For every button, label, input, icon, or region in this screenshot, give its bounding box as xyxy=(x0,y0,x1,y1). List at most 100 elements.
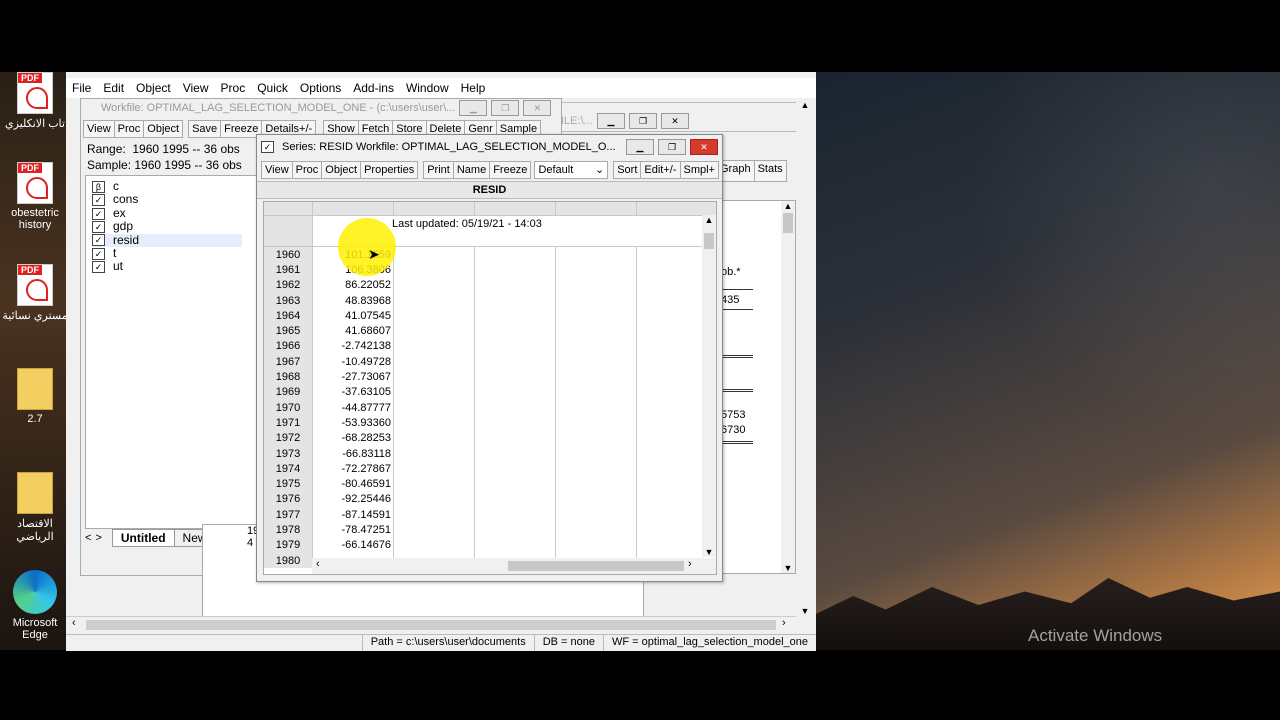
menu-add-ins[interactable]: Add-ins xyxy=(347,78,400,98)
empty-cell[interactable] xyxy=(474,338,556,355)
vertical-scrollbar[interactable]: ▲ ▼ xyxy=(702,215,716,557)
table-row[interactable]: 1973 -66.83118 xyxy=(264,445,637,462)
empty-cell[interactable] xyxy=(474,537,556,553)
desktop-icon-math-economics[interactable]: الاقتصاد الرياضي xyxy=(0,472,70,543)
view-button[interactable]: View xyxy=(83,120,115,138)
resid-value-cell[interactable]: -80.46591 xyxy=(312,476,394,492)
table-row[interactable]: 1969 -37.63105 xyxy=(264,384,637,400)
scroll-up-icon[interactable]: ▲ xyxy=(796,100,814,110)
table-row[interactable]: 1972 -68.28253 xyxy=(264,430,637,446)
empty-cell[interactable] xyxy=(474,507,556,523)
empty-cell[interactable] xyxy=(393,262,475,278)
resid-value-cell[interactable]: -66.14676 xyxy=(312,537,394,553)
table-row[interactable]: 1978 -78.47251 xyxy=(264,522,637,538)
resid-value-cell[interactable]: -87.14591 xyxy=(312,507,394,523)
table-row[interactable]: 1966 -2.742138 xyxy=(264,338,637,355)
empty-cell[interactable] xyxy=(393,522,475,538)
minimize-button[interactable]: ▁ xyxy=(459,100,488,116)
empty-cell[interactable] xyxy=(393,445,475,462)
stats-button[interactable]: Stats xyxy=(753,160,787,182)
empty-cell[interactable] xyxy=(555,384,637,400)
scrollbar-thumb[interactable] xyxy=(783,213,793,233)
empty-cell[interactable] xyxy=(555,262,637,278)
desktop-icon-edge[interactable]: Microsoft Edge xyxy=(0,570,70,641)
empty-cell[interactable] xyxy=(555,491,637,508)
resid-value-cell[interactable]: -27.73067 xyxy=(312,369,394,385)
smpl-toggle-button[interactable]: Smpl+ xyxy=(679,161,719,179)
resid-value-cell[interactable]: -68.28253 xyxy=(312,430,394,446)
close-button[interactable]: ✕ xyxy=(690,139,718,155)
object-item-resid[interactable]: ✓ resid xyxy=(92,233,242,248)
empty-cell[interactable] xyxy=(393,323,475,339)
table-row[interactable]: 1970 -44.87777 xyxy=(264,399,637,416)
table-row[interactable]: 1967 -10.49728 xyxy=(264,354,637,370)
empty-cell[interactable] xyxy=(393,369,475,385)
empty-cell[interactable] xyxy=(555,461,637,477)
resid-value-cell[interactable]: -53.93360 xyxy=(312,415,394,431)
empty-cell[interactable] xyxy=(393,354,475,370)
scroll-left-icon[interactable]: ‹ xyxy=(316,558,320,570)
scrollbar-thumb[interactable] xyxy=(704,233,714,249)
empty-cell[interactable] xyxy=(555,247,637,263)
empty-cell[interactable] xyxy=(555,277,637,293)
menu-edit[interactable]: Edit xyxy=(97,78,130,98)
empty-cell[interactable] xyxy=(474,415,556,431)
empty-cell[interactable] xyxy=(474,430,556,446)
maximize-button[interactable]: ❐ xyxy=(658,139,686,155)
proc-button[interactable]: Proc xyxy=(291,161,323,179)
resid-value-cell[interactable]: 48.83968 xyxy=(312,292,394,309)
minimize-button[interactable]: ▁ xyxy=(626,139,654,155)
empty-cell[interactable] xyxy=(393,277,475,293)
tab-next-icon[interactable]: > xyxy=(95,532,101,544)
empty-cell[interactable] xyxy=(555,537,637,553)
resid-value-cell[interactable]: -66.83118 xyxy=(312,445,394,462)
display-type-select[interactable]: Default ⌄ xyxy=(534,161,609,179)
empty-cell[interactable] xyxy=(474,369,556,385)
table-row[interactable]: 1965 41.68607 xyxy=(264,323,637,339)
maximize-button[interactable]: ❐ xyxy=(491,100,520,116)
scroll-right-icon[interactable]: › xyxy=(688,558,692,570)
empty-cell[interactable] xyxy=(474,323,556,339)
scroll-left-icon[interactable]: ‹ xyxy=(72,617,76,629)
empty-cell[interactable] xyxy=(474,445,556,462)
desktop-icon-english-book[interactable]: تاب الانكليزي xyxy=(0,72,70,130)
view-button[interactable]: View xyxy=(261,161,293,179)
empty-cell[interactable] xyxy=(474,308,556,324)
empty-cell[interactable] xyxy=(393,292,475,309)
empty-cell[interactable] xyxy=(474,277,556,293)
empty-cell[interactable] xyxy=(555,399,637,416)
empty-cell[interactable] xyxy=(555,292,637,309)
object-button[interactable]: Object xyxy=(143,120,184,138)
scroll-up-icon[interactable]: ▲ xyxy=(781,201,795,211)
tab-prev-icon[interactable]: < xyxy=(85,532,91,544)
resid-value-cell[interactable]: -92.25446 xyxy=(312,491,394,508)
empty-cell[interactable] xyxy=(393,537,475,553)
scroll-down-icon[interactable]: ▼ xyxy=(702,547,716,557)
empty-cell[interactable] xyxy=(555,338,637,355)
empty-cell[interactable] xyxy=(393,308,475,324)
resid-value-cell[interactable]: -44.87777 xyxy=(312,399,394,416)
scrollbar-thumb[interactable] xyxy=(508,561,684,571)
object-button[interactable]: Object xyxy=(321,161,362,179)
empty-cell[interactable] xyxy=(393,399,475,416)
close-button[interactable]: ✕ xyxy=(661,113,689,129)
scroll-right-icon[interactable]: › xyxy=(782,617,786,629)
empty-cell[interactable] xyxy=(474,461,556,477)
tab-untitled[interactable]: Untitled xyxy=(111,529,175,547)
empty-cell[interactable] xyxy=(474,262,556,278)
menu-window[interactable]: Window xyxy=(400,78,455,98)
menu-help[interactable]: Help xyxy=(455,78,492,98)
menu-proc[interactable]: Proc xyxy=(215,78,252,98)
name-button[interactable]: Name xyxy=(452,161,491,179)
empty-cell[interactable] xyxy=(555,354,637,370)
table-row[interactable]: 1968 -27.73067 xyxy=(264,369,637,385)
horizontal-scrollbar[interactable]: ‹ › xyxy=(312,558,716,574)
desktop-icon-folder-2-7[interactable]: 2.7 xyxy=(0,368,70,425)
empty-cell[interactable] xyxy=(393,338,475,355)
empty-cell[interactable] xyxy=(555,415,637,431)
empty-cell[interactable] xyxy=(393,415,475,431)
resid-value-cell[interactable]: -78.47251 xyxy=(312,522,394,538)
empty-cell[interactable] xyxy=(555,323,637,339)
main-vertical-scrollbar[interactable]: ▲ ▼ xyxy=(796,100,814,616)
table-row[interactable]: 1976 -92.25446 xyxy=(264,491,637,508)
